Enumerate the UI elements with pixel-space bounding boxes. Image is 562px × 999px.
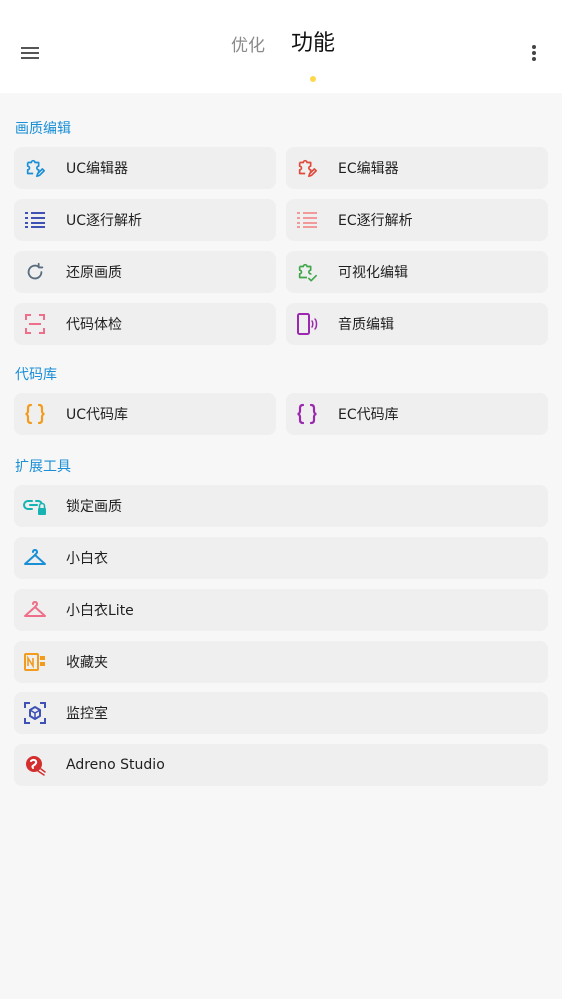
link-lock-icon [23, 494, 47, 518]
puzzle-edit-icon [23, 156, 47, 180]
code-check-label: 代码体检 [66, 317, 122, 333]
xiaobaiyi-label: 小白衣 [66, 551, 108, 567]
section-title-code-library: 代码库 [15, 367, 57, 383]
section-title-extension-tools: 扩展工具 [15, 459, 71, 475]
ec-line-parse-button[interactable]: EC逐行解析 [286, 199, 548, 241]
xiaobaiyi-lite-label: 小白衣Lite [66, 603, 134, 619]
audio-edit-button[interactable]: 音质编辑 [286, 303, 548, 345]
uc-editor-label: UC编辑器 [66, 161, 129, 177]
monitor-room-button[interactable]: 监控室 [14, 692, 548, 734]
restore-icon [23, 260, 47, 284]
hanger-icon [23, 546, 47, 570]
adreno-studio-label: Adreno Studio [66, 757, 165, 773]
lock-quality-button[interactable]: 锁定画质 [14, 485, 548, 527]
phone-sound-icon [295, 312, 319, 336]
hanger-icon [23, 598, 47, 622]
uc-code-library-button[interactable]: UC代码库 [14, 393, 276, 435]
audio-edit-label: 音质编辑 [338, 317, 394, 333]
favorites-button[interactable]: 收藏夹 [14, 641, 548, 683]
notebook-icon [23, 650, 47, 674]
adreno-studio-button[interactable]: Adreno Studio [14, 744, 548, 786]
tab-indicator [310, 76, 316, 82]
uc-editor-button[interactable]: UC编辑器 [14, 147, 276, 189]
restore-quality-label: 还原画质 [66, 265, 122, 281]
visual-edit-label: 可视化编辑 [338, 265, 408, 281]
uc-line-parse-label: UC逐行解析 [66, 213, 143, 229]
visual-edit-button[interactable]: 可视化编辑 [286, 251, 548, 293]
uc-line-parse-button[interactable]: UC逐行解析 [14, 199, 276, 241]
hamburger-menu-icon[interactable] [14, 38, 46, 68]
puzzle-edit-icon [295, 156, 319, 180]
ec-editor-button[interactable]: EC编辑器 [286, 147, 548, 189]
code-check-button[interactable]: 代码体检 [14, 303, 276, 345]
ec-editor-label: EC编辑器 [338, 161, 399, 177]
monitor-room-label: 监控室 [66, 706, 108, 722]
ec-line-parse-label: EC逐行解析 [338, 213, 413, 229]
braces-icon [23, 402, 47, 426]
list-icon [23, 208, 47, 232]
ec-code-library-button[interactable]: EC代码库 [286, 393, 548, 435]
section-title-quality-edit: 画质编辑 [15, 121, 71, 137]
puzzle-check-icon [295, 260, 319, 284]
restore-quality-button[interactable]: 还原画质 [14, 251, 276, 293]
tab-optimize[interactable]: 优化 [231, 31, 265, 56]
tab-features[interactable]: 功能 [291, 25, 335, 57]
xiaobaiyi-lite-button[interactable]: 小白衣Lite [14, 589, 548, 631]
favorites-label: 收藏夹 [66, 655, 108, 671]
lock-quality-label: 锁定画质 [66, 499, 122, 515]
braces-icon [295, 402, 319, 426]
more-vertical-icon[interactable] [520, 38, 548, 68]
cube-scan-icon [23, 701, 47, 725]
ec-code-library-label: EC代码库 [338, 407, 399, 423]
list-icon [295, 208, 319, 232]
snapdragon-icon [23, 753, 47, 777]
uc-code-library-label: UC代码库 [66, 407, 129, 423]
xiaobaiyi-button[interactable]: 小白衣 [14, 537, 548, 579]
scan-icon [23, 312, 47, 336]
app-bar: 优化 功能 [0, 0, 562, 93]
